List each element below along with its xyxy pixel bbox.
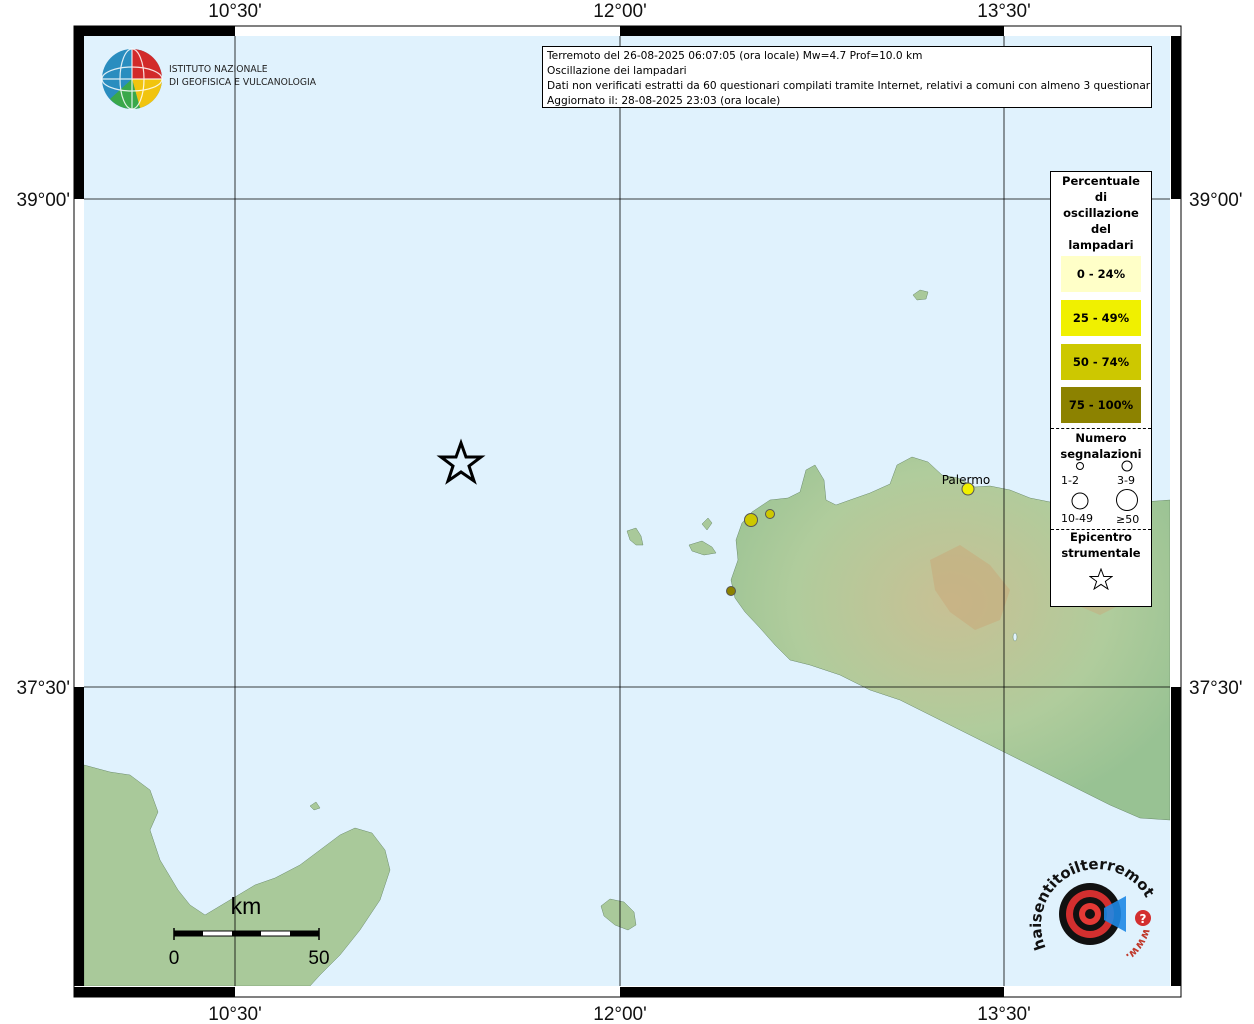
- observation-trapani[interactable]: [744, 513, 758, 527]
- observation-palermo[interactable]: [961, 482, 975, 496]
- event-info-line1: Terremoto del 26-08-2025 06:07:05 (ora l…: [547, 50, 923, 62]
- scale-start: 0: [169, 948, 180, 969]
- count-label-3: 10-49: [1061, 512, 1093, 525]
- legend-epicenter-star-icon: [1089, 568, 1113, 590]
- count-symbol-medium: [1121, 460, 1133, 472]
- count-symbol-xlarge: [1116, 489, 1138, 511]
- event-info-box: Terremoto del 26-08-2025 06:07:05 (ora l…: [542, 46, 1152, 108]
- top-label-1: 10°30': [208, 1, 262, 22]
- ingv-logo-icon: [101, 48, 163, 110]
- legend-epicenter-title-line: strumentale: [1061, 546, 1141, 560]
- ingv-name-line1: ISTITUTO NAZIONALE: [169, 64, 268, 75]
- lake: [1012, 632, 1018, 642]
- event-info-line3: Dati non verificati estratti da 60 quest…: [547, 80, 1152, 92]
- bottom-label-3: 13°30': [977, 1004, 1031, 1024]
- bottom-label-1: 10°30': [208, 1004, 262, 1024]
- left-label-1: 39°00': [17, 190, 71, 211]
- svg-text:www.: www.: [1123, 927, 1153, 963]
- count-symbol-large: [1071, 492, 1089, 510]
- legend-epicenter-title-line: Epicentro: [1070, 530, 1132, 544]
- scale-end: 50: [308, 948, 329, 969]
- legend-title-line: oscillazione: [1063, 206, 1139, 220]
- legend-divider: [1051, 428, 1151, 429]
- count-label-1: 1-2: [1061, 474, 1079, 487]
- top-label-2: 12°00': [593, 1, 647, 22]
- legend-count-title-line: Numero: [1075, 431, 1127, 445]
- ingv-name: ISTITUTO NAZIONALE DI GEOFISICA E VULCAN…: [169, 63, 316, 89]
- event-info-line4: Aggiornato il: 28-08-2025 23:03 (ora loc…: [547, 95, 781, 107]
- haisentito-logo-icon: haisentitoilterremoto.it www. ?: [1028, 858, 1158, 963]
- top-label-3: 13°30': [977, 1, 1031, 22]
- count-symbol-small: [1076, 462, 1084, 470]
- legend-title-line: del: [1091, 222, 1111, 236]
- legend-class-2: 50 - 74%: [1061, 344, 1141, 380]
- legend-class-1: 25 - 49%: [1061, 300, 1141, 336]
- right-label-2: 37°30': [1189, 678, 1243, 699]
- scale-unit: km: [231, 893, 262, 919]
- bottom-label-2: 12°00': [593, 1004, 647, 1024]
- legend-title-line: lampadari: [1068, 238, 1134, 252]
- event-info-line2: Oscillazione dei lampadari: [547, 65, 687, 77]
- legend: Percentuale di oscillazione del lampadar…: [1050, 171, 1152, 607]
- legend-title: Percentuale di oscillazione del lampadar…: [1051, 172, 1151, 253]
- count-label-4: ≥50: [1116, 513, 1140, 526]
- legend-class-3: 75 - 100%: [1061, 387, 1141, 423]
- legend-class-0: 0 - 24%: [1061, 256, 1141, 292]
- legend-title-line: di: [1094, 190, 1108, 204]
- svg-text:?: ?: [1140, 912, 1147, 926]
- count-label-2: 3-9: [1117, 474, 1135, 487]
- observation-erice[interactable]: [765, 509, 775, 519]
- observation-marsala[interactable]: [726, 586, 736, 596]
- legend-title-line: Percentuale: [1062, 174, 1140, 188]
- legend-epicenter-title: Epicentro strumentale: [1051, 529, 1151, 561]
- left-label-2: 37°30': [17, 678, 71, 699]
- right-label-1: 39°00': [1189, 190, 1243, 211]
- ingv-name-line2: DI GEOFISICA E VULCANOLOGIA: [169, 77, 317, 88]
